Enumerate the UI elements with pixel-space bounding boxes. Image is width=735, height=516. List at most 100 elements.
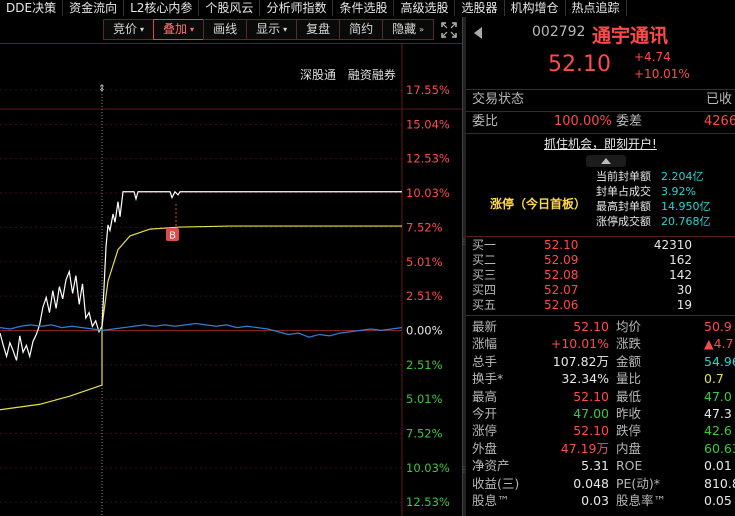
limitup-value: 20.768亿: [661, 215, 711, 228]
quote-label: 金额: [616, 353, 642, 369]
dropdown-caret-icon: ▾: [283, 25, 288, 34]
quote-row: 净资产 5.31 ROE 0.01: [466, 457, 735, 474]
quote-label: 今开: [472, 406, 498, 421]
quote-label: 内盘: [616, 440, 642, 456]
crosshair-handle[interactable]: ⇕: [98, 84, 108, 94]
quote-value: 42.6: [704, 423, 732, 439]
quote-label: 收益(三): [472, 475, 520, 491]
quote-row: 最新 52.10 均价 50.9: [466, 318, 735, 335]
menu-item-0[interactable]: DDE决策: [0, 0, 64, 16]
quote-value: ▲4.7: [704, 336, 734, 352]
menu-item-1[interactable]: 资金流向: [63, 0, 125, 16]
chart-toolbar: 竞价 ▾ 叠加 ▾ 画线 显示 ▾ 复盘 简约 隐藏»: [103, 19, 435, 40]
orderbook-volume: 30: [676, 283, 692, 297]
dropdown-caret-icon: ▾: [140, 25, 145, 34]
menu-item-2[interactable]: L2核心内参: [124, 0, 200, 16]
weibi-value: 100.00%: [554, 114, 612, 129]
quote-value: 5.31: [581, 458, 609, 474]
intraday-chart[interactable]: 17.55% 15.04% 12.53% 10.03% 7.52% 5.01% 2.51% 0…: [0, 44, 462, 516]
menu-item-4[interactable]: 分析师指数: [260, 0, 334, 16]
axis-label: 15.04%: [406, 117, 450, 131]
menu-item-5[interactable]: 条件选股: [333, 0, 395, 16]
orderbook-row[interactable]: 买四 52.07 30: [466, 283, 735, 298]
collapse-up-icon[interactable]: [586, 155, 626, 167]
orderbook-price: 52.08: [544, 268, 579, 282]
axis-label: 5.01%: [406, 392, 443, 406]
quote-value: 52.10: [573, 319, 609, 334]
quote-value: 0.05: [704, 493, 732, 508]
limitup-label: 最高封单额: [596, 200, 651, 213]
toolbar-button-6[interactable]: 隐藏»: [382, 19, 435, 40]
axis-label: 5.01%: [406, 255, 443, 269]
orderbook-price: 52.09: [544, 253, 579, 267]
quote-row: 最高 52.10 最低 47.0: [466, 388, 735, 405]
prev-stock-icon[interactable]: [474, 27, 482, 39]
quote-value: 0.03: [581, 493, 609, 508]
menu-item-3[interactable]: 个股风云: [199, 0, 261, 16]
quote-row: 涨停 52.10 跌停 42.6: [466, 422, 735, 439]
menu-item-8[interactable]: 机构增仓: [505, 0, 566, 16]
toolbar-button-2[interactable]: 画线: [203, 19, 248, 40]
fullscreen-icon[interactable]: [440, 21, 458, 39]
quote-value: 810.8: [704, 475, 735, 491]
menu-item-7[interactable]: 选股器: [455, 0, 505, 16]
toolbar-button-0[interactable]: 竞价 ▾: [103, 19, 155, 40]
orderbook-volume: 142: [669, 268, 692, 282]
stock-change: +4.74: [634, 50, 671, 64]
separator: [466, 236, 735, 237]
toolbar-button-5[interactable]: 简约: [339, 19, 384, 40]
quote-row: 股息™ 0.03 股息率™ 0.05: [466, 492, 735, 509]
limitup-label: 涨停成交额: [596, 215, 651, 228]
weicha-label: 委差: [616, 114, 643, 129]
quote-label: 最新: [472, 319, 498, 334]
quote-row: 总手 107.82万金额 54.96: [466, 353, 735, 370]
stock-change-pct: +10.01%: [634, 67, 690, 81]
quote-label: 最高: [472, 388, 498, 404]
menu-item-9[interactable]: 热点追踪: [566, 0, 627, 16]
buy-marker-label: B: [169, 231, 176, 242]
toolbar-button-1[interactable]: 叠加 ▾: [153, 19, 205, 40]
promo-link[interactable]: 抓住机会，即刻开户!: [544, 135, 657, 153]
quote-label: PE(动)*: [616, 475, 660, 491]
orderbook-row[interactable]: 买一 52.10 42310: [466, 238, 735, 253]
limitup-row: 当前封单额 2.204亿: [596, 170, 704, 184]
orderbook-volume: 42310: [653, 238, 692, 252]
quote-value: 0.048: [573, 475, 609, 491]
axis-label: 2.51%: [406, 289, 443, 303]
separator: [466, 89, 735, 90]
stock-name: 通宇通讯: [592, 25, 669, 47]
orderbook-row[interactable]: 买三 52.08 142: [466, 268, 735, 283]
quote-value: 54.96: [704, 353, 735, 369]
axis-label: 12.53%: [406, 152, 450, 166]
toolbar-button-3[interactable]: 显示 ▾: [246, 19, 298, 40]
quote-label: 涨跌: [616, 336, 642, 352]
limitup-value: 2.204亿: [661, 170, 704, 183]
price-line: [0, 190, 402, 361]
limitup-row: 封单占成交 3.92%: [596, 185, 696, 199]
axis-label: 7.52%: [406, 427, 443, 441]
quote-label: 涨幅: [472, 336, 498, 352]
tag-margin[interactable]: 融资融券: [348, 68, 396, 82]
stock-price: 52.10: [548, 52, 611, 77]
status-value: 已收: [706, 92, 733, 107]
tag-hk-connect[interactable]: 深股通: [300, 68, 336, 82]
separator: [466, 111, 735, 112]
stock-code: 002792: [532, 24, 586, 40]
orderbook-row[interactable]: 买五 52.06 19: [466, 298, 735, 313]
quote-label: 跌停: [616, 423, 642, 439]
menu-item-6[interactable]: 高级选股: [394, 0, 456, 16]
limitup-row: 涨停成交额 20.768亿: [596, 215, 711, 229]
quote-value: 52.10: [573, 423, 609, 439]
axis-label: 10.03%: [406, 461, 450, 475]
quote-row: 外盘 47.19万内盘 60.63: [466, 440, 735, 457]
quote-label: 股息™: [472, 493, 510, 508]
axis-label: 2.51%: [406, 358, 443, 372]
quote-label: ROE: [616, 458, 643, 474]
toolbar-button-4[interactable]: 复盘: [296, 19, 341, 40]
quote-value: +10.01%: [550, 336, 609, 352]
limitup-label: 当前封单额: [596, 170, 651, 183]
orderbook-row[interactable]: 买二 52.09 162: [466, 253, 735, 268]
limitup-label: 封单占成交: [596, 185, 651, 198]
orderbook-label: 买三: [472, 268, 497, 282]
axis-label: 0.00%: [406, 323, 443, 337]
